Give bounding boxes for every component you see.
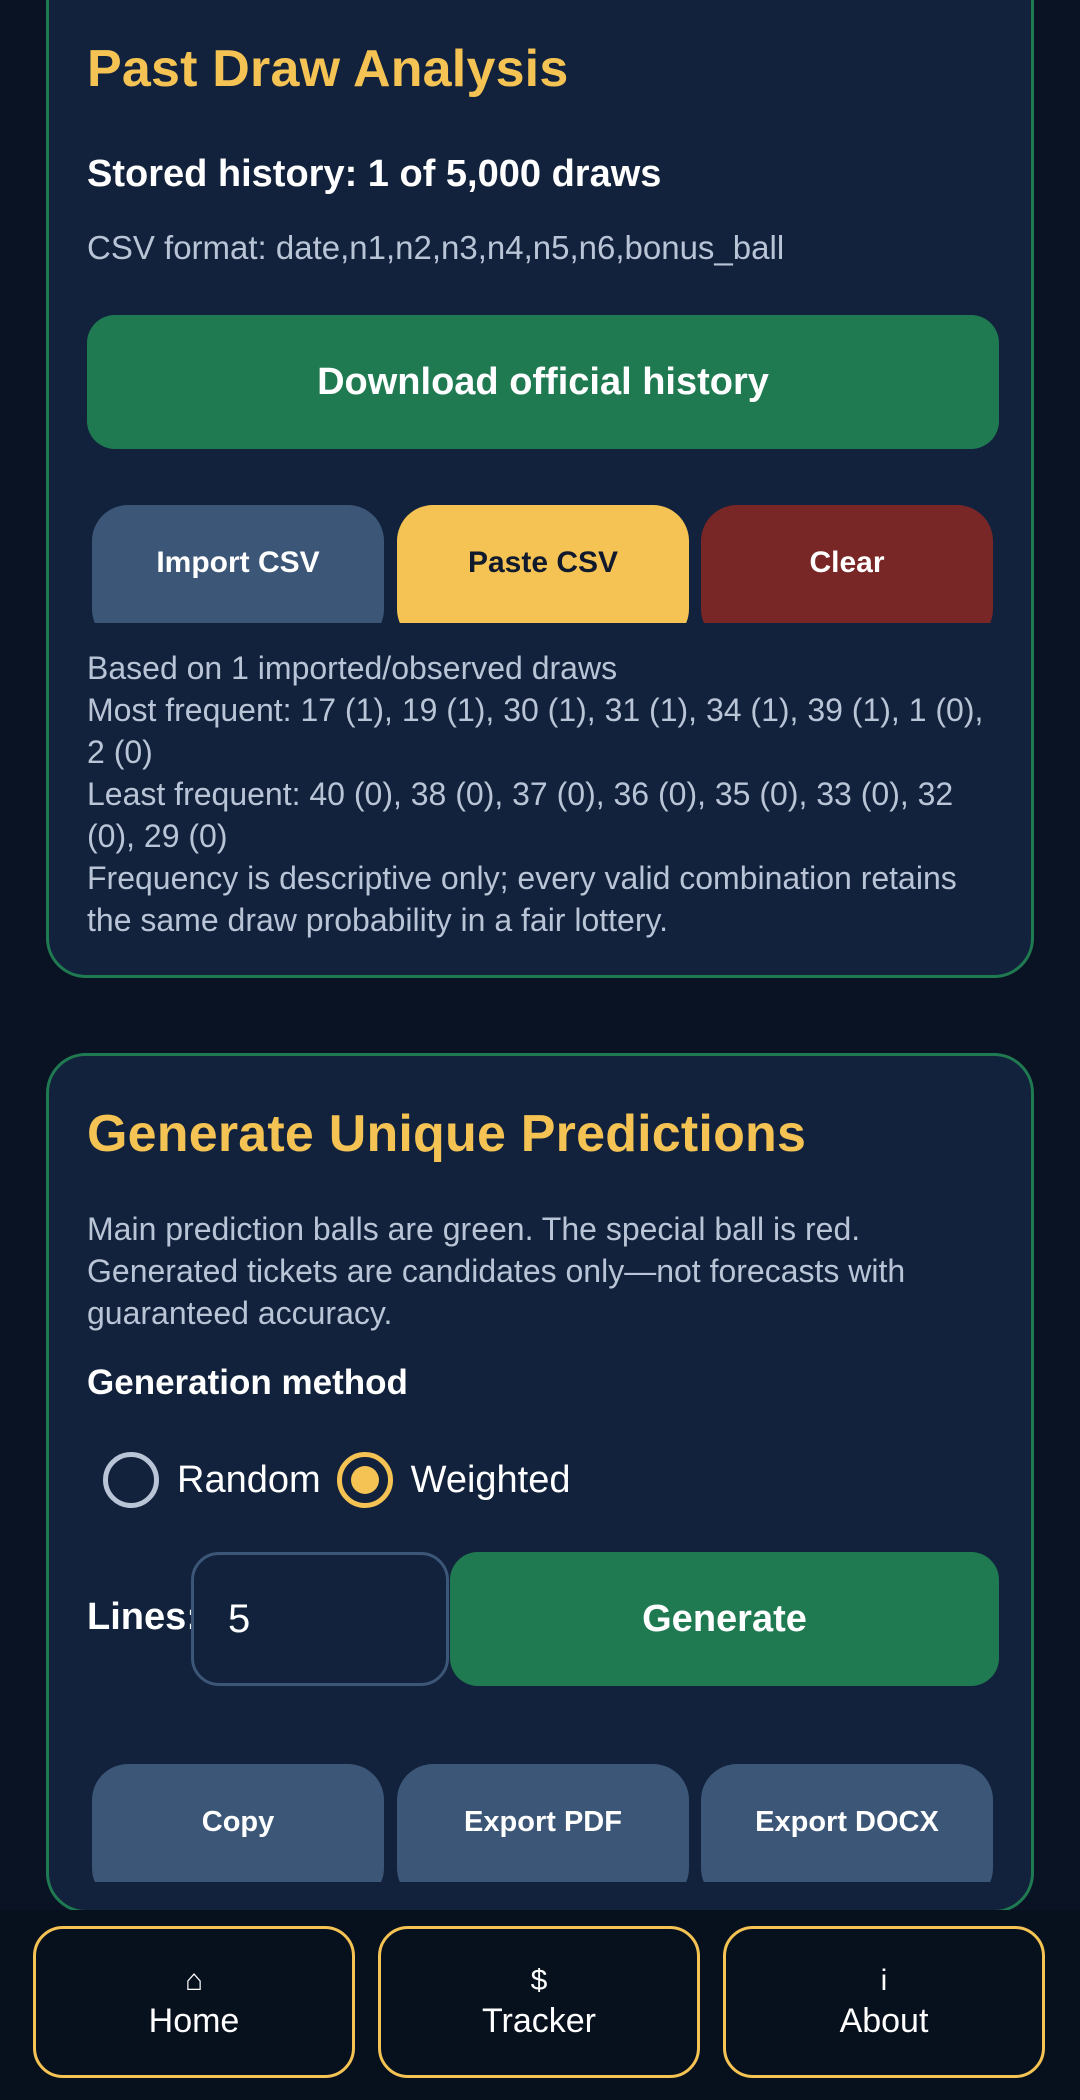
nav-about-label: About: [839, 2002, 929, 2040]
card-title: Past Draw Analysis: [87, 40, 569, 98]
radio-random-circle[interactable]: [103, 1452, 159, 1508]
generation-method-label: Generation method: [87, 1363, 408, 1402]
based-on-text: Based on 1 imported/observed draws: [87, 650, 618, 686]
lines-label: Lines:: [87, 1596, 199, 1638]
export-pdf-button[interactable]: Export PDF: [397, 1764, 689, 1882]
radio-weighted[interactable]: Weighted: [336, 1452, 571, 1508]
export-docx-label: Export DOCX: [755, 1805, 939, 1838]
nav-home-label: Home: [148, 2002, 240, 2040]
past-draw-analysis-card: Past Draw Analysis Stored history: 1 of …: [46, 0, 1034, 978]
least-frequent-text: Least frequent: 40 (0), 38 (0), 37 (0), …: [87, 776, 954, 854]
copy-label: Copy: [201, 1805, 275, 1838]
paste-csv-button[interactable]: Paste CSV: [397, 505, 689, 623]
analysis-summary: Based on 1 imported/observed draws Most …: [87, 647, 1007, 941]
disclaimer-text: Frequency is descriptive only; every val…: [87, 860, 957, 938]
download-history-button[interactable]: Download official history: [87, 315, 999, 449]
generate-description: Main prediction balls are green. The spe…: [87, 1211, 906, 1331]
stored-history-text: Stored history: 1 of 5,000 draws: [87, 153, 662, 195]
export-actions: Copy Export PDF Export DOCX: [92, 1764, 994, 1882]
radio-weighted-circle[interactable]: [336, 1452, 393, 1508]
paste-csv-label: Paste CSV: [467, 546, 619, 579]
info-icon: i: [880, 1964, 888, 1997]
nav-home[interactable]: ⌂ Home: [33, 1926, 355, 2078]
radio-random-label: Random: [177, 1458, 321, 1501]
export-pdf-label: Export PDF: [464, 1805, 622, 1838]
nav-about[interactable]: i About: [723, 1926, 1045, 2078]
clear-label: Clear: [809, 546, 885, 579]
export-docx-button[interactable]: Export DOCX: [701, 1764, 993, 1882]
nav-tracker[interactable]: $ Tracker: [378, 1926, 700, 2078]
csv-actions: Import CSV Paste CSV Clear: [92, 505, 994, 623]
lines-input[interactable]: [191, 1552, 449, 1686]
copy-button[interactable]: Copy: [92, 1764, 384, 1882]
generate-predictions-card: Generate Unique Predictions Main predict…: [46, 1053, 1034, 1913]
dollar-icon: $: [530, 1964, 548, 1997]
radio-weighted-label: Weighted: [410, 1458, 571, 1501]
generate-button[interactable]: Generate: [450, 1552, 999, 1686]
nav-tracker-label: Tracker: [482, 2002, 596, 2040]
page: Past Draw Analysis Stored history: 1 of …: [0, 0, 1080, 2100]
generation-method-radio-group: Random Weighted: [103, 1450, 571, 1510]
card-title: Generate Unique Predictions: [87, 1105, 807, 1163]
home-icon: ⌂: [184, 1964, 204, 1997]
clear-button[interactable]: Clear: [701, 505, 993, 623]
csv-format-text: CSV format: date,n1,n2,n3,n4,n5,n6,bonus…: [87, 229, 785, 266]
most-frequent-text: Most frequent: 17 (1), 19 (1), 30 (1), 3…: [87, 692, 984, 770]
bottom-nav: ⌂ Home $ Tracker i About: [0, 1910, 1080, 2100]
import-csv-button[interactable]: Import CSV: [92, 505, 384, 623]
import-csv-label: Import CSV: [156, 546, 320, 579]
radio-random[interactable]: Random: [103, 1452, 321, 1508]
